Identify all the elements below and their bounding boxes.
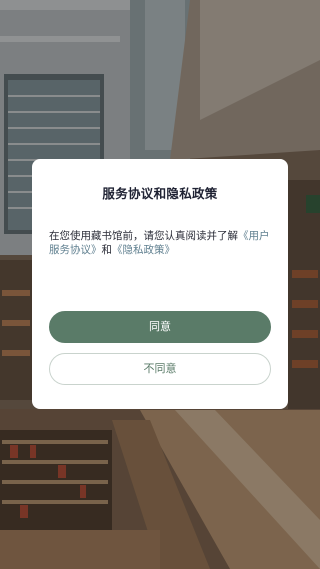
dialog-title: 服务协议和隐私政策 [102,186,218,201]
privacy-policy-link[interactable]: 《隐私政策》 [112,244,175,256]
app-screen: 服务协议和隐私政策 在您使用藏书馆前，请您认真阅读并了解《用户服务协议》和《隐私… [0,0,320,569]
dialog-message-text: 在您使用藏书馆前，请您认真阅读并了解 [49,230,238,242]
disagree-button[interactable]: 不同意 [49,353,271,385]
dialog-message: 在您使用藏书馆前，请您认真阅读并了解《用户服务协议》和《隐私政策》 [49,229,274,257]
dialog-message-conjunction: 和 [101,244,113,256]
privacy-agreement-dialog: 服务协议和隐私政策 在您使用藏书馆前，请您认真阅读并了解《用户服务协议》和《隐私… [32,159,288,409]
agree-button[interactable]: 同意 [49,311,271,343]
